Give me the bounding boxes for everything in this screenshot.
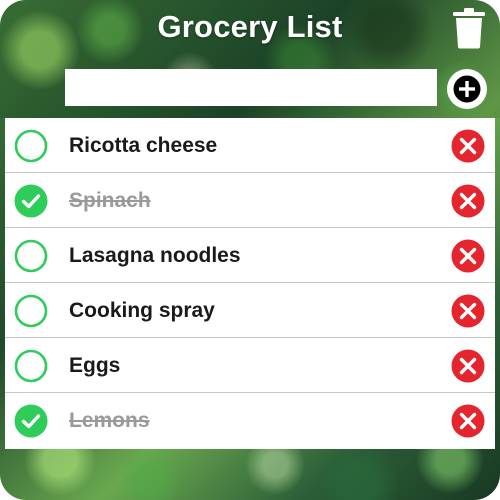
grocery-app: Grocery List Ricotta cheese Spinach Lasa…	[0, 0, 500, 500]
item-label: Spinach	[69, 189, 151, 212]
delete-item-button[interactable]	[451, 294, 485, 328]
list-item: Eggs	[5, 338, 495, 393]
empty-circle-icon[interactable]	[14, 349, 48, 383]
item-label: Eggs	[69, 354, 121, 377]
delete-item-button[interactable]	[451, 239, 485, 273]
check-circle-icon[interactable]	[14, 184, 48, 218]
item-label: Lasagna noodles	[69, 244, 241, 267]
delete-item-button[interactable]	[451, 184, 485, 218]
item-label: Lemons	[69, 409, 150, 432]
trash-icon[interactable]	[452, 7, 486, 49]
empty-circle-icon[interactable]	[14, 239, 48, 273]
plus-circle-icon	[453, 75, 481, 103]
header: Grocery List	[0, 0, 500, 118]
add-button[interactable]	[447, 69, 487, 109]
list-item: Spinach	[5, 173, 495, 228]
list-item: Lemons	[5, 393, 495, 449]
list-item: Cooking spray	[5, 283, 495, 338]
grocery-list: Ricotta cheese Spinach Lasagna noodles C…	[5, 118, 495, 449]
app-title: Grocery List	[157, 9, 343, 44]
delete-item-button[interactable]	[451, 349, 485, 383]
empty-circle-icon[interactable]	[14, 129, 48, 163]
list-item: Lasagna noodles	[5, 228, 495, 283]
delete-item-button[interactable]	[451, 404, 485, 438]
empty-circle-icon[interactable]	[14, 294, 48, 328]
item-label: Ricotta cheese	[69, 134, 218, 157]
list-item: Ricotta cheese	[5, 118, 495, 173]
check-circle-icon[interactable]	[14, 404, 48, 438]
new-item-input[interactable]	[65, 69, 437, 106]
delete-item-button[interactable]	[451, 129, 485, 163]
item-label: Cooking spray	[69, 299, 215, 322]
